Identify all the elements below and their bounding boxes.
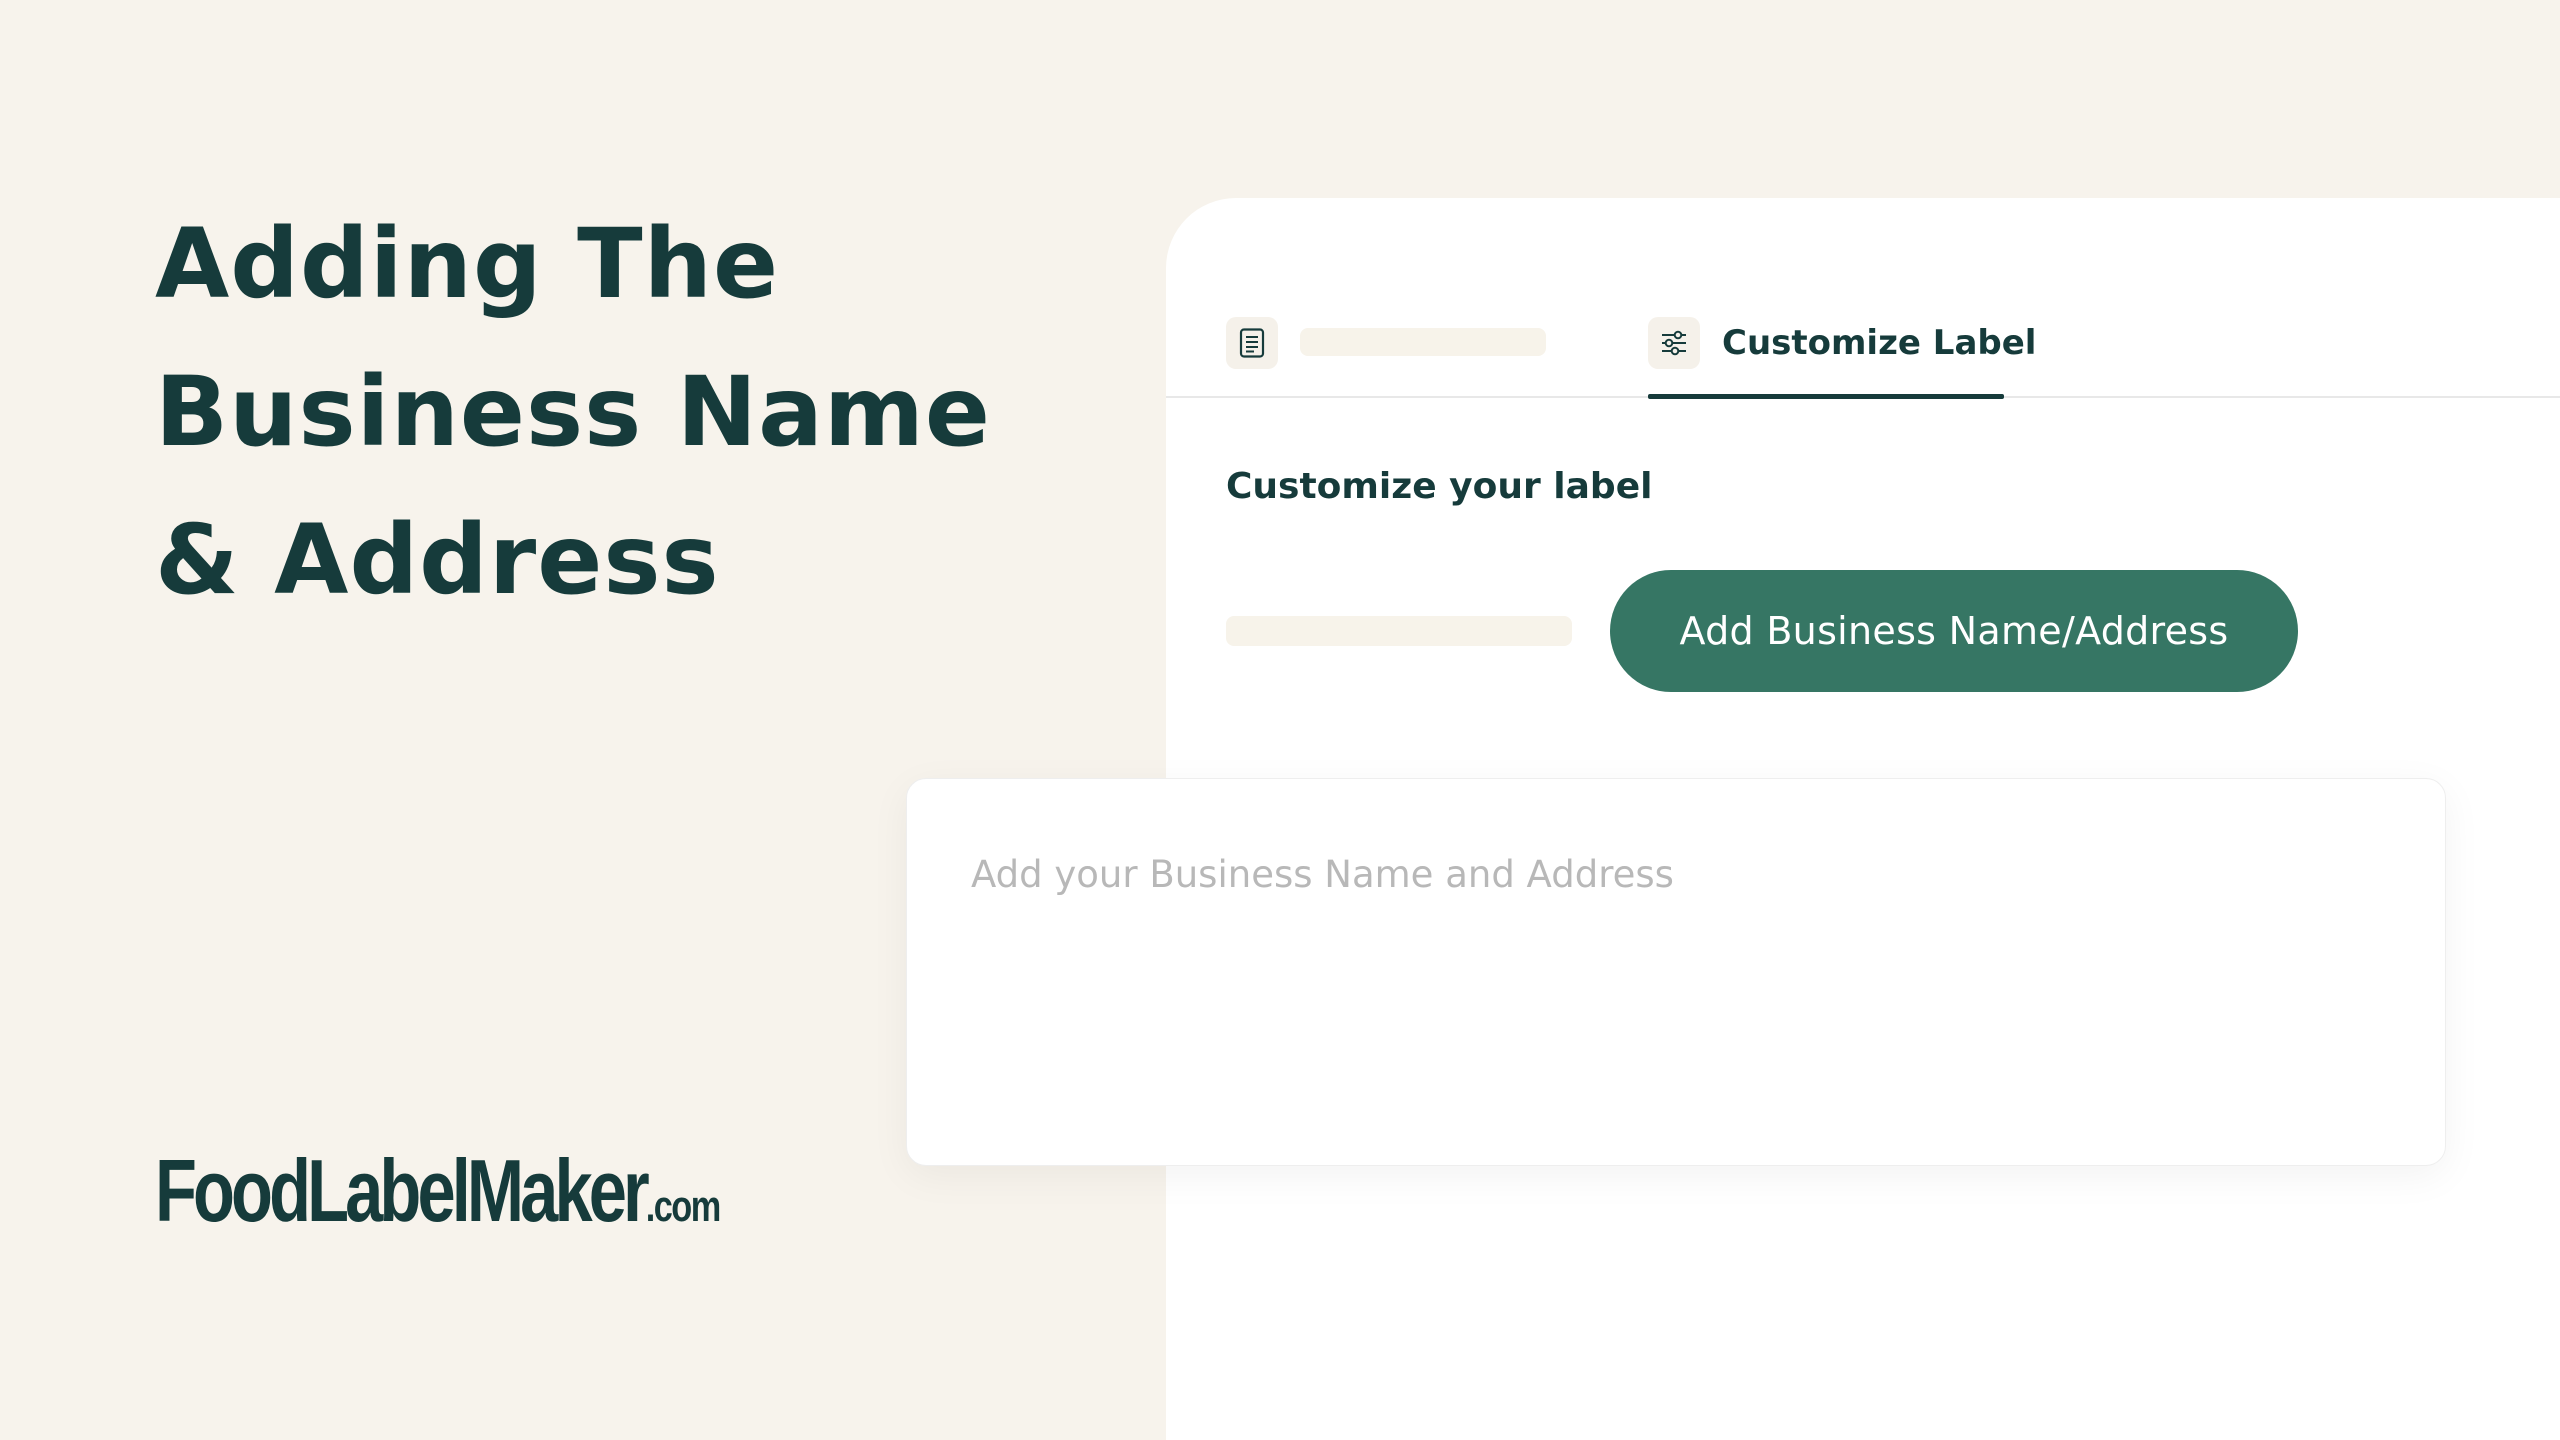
document-icon[interactable] xyxy=(1226,317,1278,369)
logo-domain: .com xyxy=(645,1182,721,1231)
tab-customize-label-text: Customize Label xyxy=(1722,323,2037,363)
headline-line-1: Adding The xyxy=(155,208,780,320)
tab-first-label-placeholder[interactable] xyxy=(1300,328,1546,356)
headline-line-3: & Address xyxy=(155,504,720,616)
business-address-card xyxy=(906,778,2446,1166)
tab-bar: Customize Label xyxy=(1166,198,2560,399)
tab-customize-label[interactable]: Customize Label xyxy=(1648,308,2036,399)
sliders-icon xyxy=(1648,317,1700,369)
add-business-name-address-button[interactable]: Add Business Name/Address xyxy=(1610,570,2298,692)
business-address-input[interactable] xyxy=(907,779,2445,1165)
page-headline: Adding The Business Name & Address xyxy=(155,190,991,634)
section-title: Customize your label xyxy=(1226,466,1653,507)
option-placeholder xyxy=(1226,616,1572,646)
active-tab-indicator xyxy=(1648,394,2004,399)
foodlabelmaker-logo: FoodLabelMaker.com xyxy=(155,1140,721,1242)
headline-line-2: Business Name xyxy=(155,356,991,468)
logo-wordmark: FoodLabelMaker xyxy=(155,1141,650,1240)
